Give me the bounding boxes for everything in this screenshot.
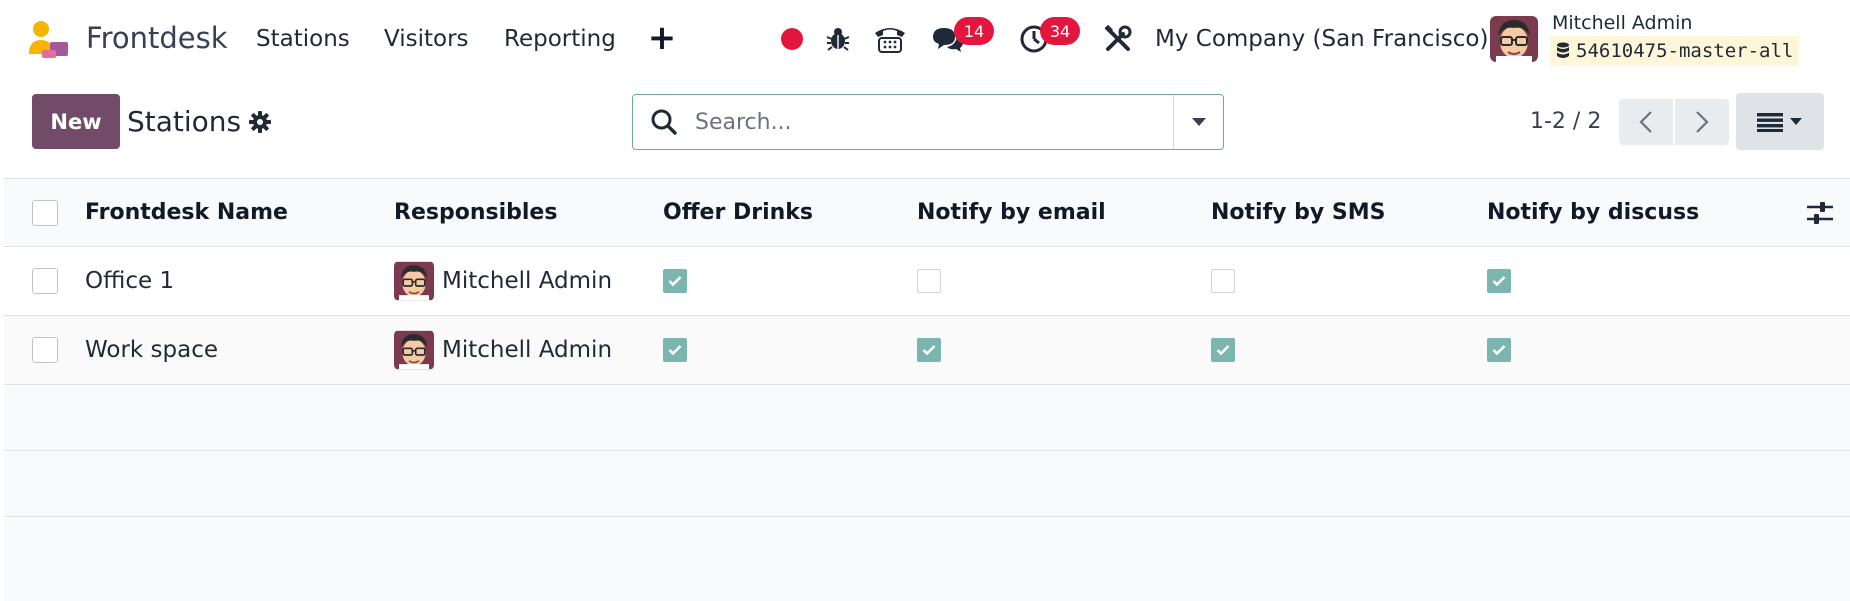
table-header-row: Frontdesk Name Responsibles Offer Drinks… [4, 178, 1850, 247]
pager-value[interactable]: 1-2 / 2 [1530, 100, 1601, 142]
messages-badge: 14 [954, 17, 994, 45]
top-navbar: Frontdesk Stations Visitors Reporting + [0, 0, 1850, 78]
activities-badge: 34 [1040, 17, 1080, 45]
search-icon [633, 95, 695, 149]
table-row[interactable]: Office 1 Mitchell Admin [4, 247, 1850, 316]
table-row[interactable]: Work space Mitchell Admin [4, 316, 1850, 385]
caret-down-icon [1790, 118, 1802, 125]
empty-row [4, 385, 1850, 451]
column-header-offer-drinks[interactable]: Offer Drinks [663, 179, 813, 246]
check-icon [1492, 276, 1506, 287]
database-tag: 54610475-master-all [1550, 36, 1800, 66]
caret-down-icon [1191, 118, 1206, 126]
responsible-cell[interactable]: Mitchell Admin [394, 316, 612, 384]
avatar [394, 261, 434, 301]
view-switcher-button[interactable] [1736, 93, 1824, 150]
add-menu-icon[interactable]: + [648, 18, 677, 58]
chevron-left-icon [1639, 111, 1652, 133]
offer-drinks-checkbox[interactable] [663, 247, 687, 315]
column-header-notify-sms[interactable]: Notify by SMS [1211, 179, 1386, 246]
check-icon [668, 276, 682, 287]
optional-columns-sliders-icon[interactable] [1806, 179, 1834, 246]
notify-discuss-checkbox[interactable] [1487, 247, 1511, 315]
menu-visitors[interactable]: Visitors [384, 18, 469, 60]
voip-phone-icon[interactable] [870, 20, 910, 58]
database-name: 54610475-master-all [1576, 40, 1794, 62]
chevron-right-icon [1696, 111, 1709, 133]
activities-clock-icon[interactable]: 34 [1014, 17, 1080, 58]
notify-discuss-checkbox[interactable] [1487, 316, 1511, 384]
responsible-cell[interactable]: Mitchell Admin [394, 247, 612, 315]
app-name[interactable]: Frontdesk [86, 18, 228, 58]
responsible-name: Mitchell Admin [442, 268, 613, 294]
settings-tools-icon[interactable] [1098, 20, 1138, 58]
actions-gear-icon[interactable] [246, 108, 274, 136]
notify-email-checkbox[interactable] [917, 247, 941, 315]
search-input[interactable] [695, 95, 1173, 149]
check-icon [1492, 345, 1506, 356]
check-icon [668, 345, 682, 356]
offer-drinks-checkbox[interactable] [663, 316, 687, 384]
check-icon [922, 345, 936, 356]
notify-sms-checkbox[interactable] [1211, 316, 1235, 384]
pager-next-button[interactable] [1675, 99, 1729, 145]
database-icon [1557, 42, 1569, 58]
responsible-name: Mitchell Admin [442, 337, 613, 363]
user-name[interactable]: Mitchell Admin [1552, 10, 1692, 36]
user-avatar[interactable] [1490, 16, 1538, 62]
messages-chat-icon[interactable]: 14 [928, 17, 994, 58]
recording-status-icon[interactable] [772, 20, 812, 58]
column-header-notify-email[interactable]: Notify by email [917, 179, 1106, 246]
debug-bug-icon[interactable] [818, 20, 858, 58]
column-header-frontdesk-name[interactable]: Frontdesk Name [85, 179, 288, 246]
frontdesk-name-cell[interactable]: Work space [85, 316, 218, 384]
notify-email-checkbox[interactable] [917, 316, 941, 384]
pager-previous-button[interactable] [1619, 99, 1673, 145]
column-header-notify-discuss[interactable]: Notify by discuss [1487, 179, 1699, 246]
menu-reporting[interactable]: Reporting [504, 18, 616, 60]
row-select-checkbox[interactable] [32, 247, 58, 315]
row-select-checkbox[interactable] [32, 316, 58, 384]
frontdesk-name-cell[interactable]: Office 1 [85, 247, 174, 315]
avatar [394, 330, 434, 370]
column-header-responsibles[interactable]: Responsibles [394, 179, 557, 246]
menu-stations[interactable]: Stations [256, 18, 350, 60]
list-view-icon [1757, 112, 1783, 132]
select-all-checkbox[interactable] [32, 179, 58, 246]
empty-row [4, 451, 1850, 517]
check-icon [1216, 345, 1230, 356]
frontdesk-app-icon[interactable] [28, 20, 72, 60]
stations-list-table: Frontdesk Name Responsibles Offer Drinks… [4, 178, 1850, 601]
page-title: Stations [127, 104, 242, 138]
notify-sms-checkbox[interactable] [1211, 247, 1235, 315]
search-bar [632, 94, 1224, 150]
new-button[interactable]: New [32, 94, 120, 149]
company-switcher[interactable]: My Company (San Francisco) [1155, 18, 1488, 60]
search-options-toggle[interactable] [1173, 95, 1223, 149]
